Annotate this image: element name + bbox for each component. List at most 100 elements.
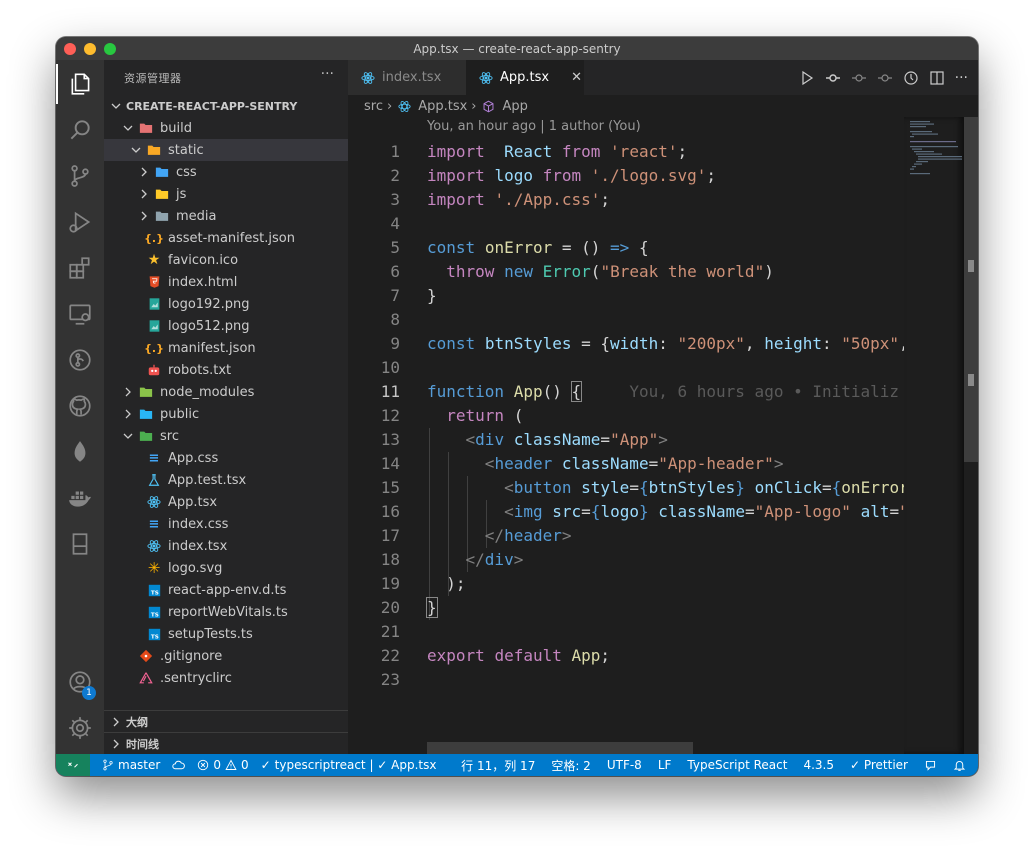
breadcrumb-folder[interactable]: src xyxy=(364,99,383,114)
encoding[interactable]: UTF-8 xyxy=(607,758,642,772)
tree-file-robots-txt[interactable]: robots.txt xyxy=(104,359,348,381)
tree-folder-public[interactable]: public xyxy=(104,403,348,425)
code-token: header xyxy=(504,526,562,545)
line-content: const onError = () => { xyxy=(427,236,649,260)
remote-indicator[interactable] xyxy=(56,754,90,776)
tree-file-index-css[interactable]: ≡ index.css xyxy=(104,513,348,535)
tree-file-favicon-ico[interactable]: ★ favicon.ico xyxy=(104,249,348,271)
cursor-position[interactable]: 行 11，列 17 xyxy=(461,757,535,774)
tree-file-app-test-tsx[interactable]: App.test.tsx xyxy=(104,469,348,491)
tree-file-setuptests-ts[interactable]: TS setupTests.ts xyxy=(104,623,348,645)
tree-item-label: .sentryclirc xyxy=(160,670,232,686)
code-token: div xyxy=(484,550,514,569)
minimap[interactable] xyxy=(904,117,964,754)
problems-status[interactable]: 0 0 xyxy=(197,758,249,772)
code-token: > xyxy=(561,526,572,545)
tree-file-app-css[interactable]: ≡ App.css xyxy=(104,447,348,469)
vertical-scrollbar[interactable] xyxy=(964,117,978,754)
timeline-icon[interactable] xyxy=(903,70,919,86)
panel-1[interactable]: 时间线 xyxy=(104,732,348,754)
previous-change-icon[interactable] xyxy=(851,70,867,86)
code-editor[interactable]: 1 import React from 'react'; 2 import logo … xyxy=(348,140,904,730)
git-compare-icon[interactable] xyxy=(825,70,841,86)
code-line: 21 xyxy=(348,620,904,644)
code-token: className xyxy=(561,454,649,473)
branch-status[interactable]: master xyxy=(102,758,160,772)
react-icon xyxy=(146,494,162,510)
tree-file-manifest-json[interactable]: {.} manifest.json xyxy=(104,337,348,359)
tab-index-tsx[interactable]: index.tsx xyxy=(348,60,466,95)
tree-file-logo512-png[interactable]: logo512.png xyxy=(104,315,348,337)
run-debug-icon[interactable] xyxy=(56,202,104,242)
json-icon: {.} xyxy=(144,231,164,245)
tree-file-logo-svg[interactable]: ✳ logo.svg xyxy=(104,557,348,579)
remote-explorer-icon[interactable] xyxy=(56,294,104,334)
sync-status[interactable] xyxy=(172,759,186,772)
typescript-status[interactable]: ✓ typescriptreact | ✓ App.tsx xyxy=(261,758,437,772)
tree-file-app-tsx[interactable]: App.tsx xyxy=(104,491,348,513)
prettier-status[interactable]: ✓ Prettier xyxy=(850,758,908,772)
tree-folder-node-modules[interactable]: node_modules xyxy=(104,381,348,403)
code-token: "50px" xyxy=(841,334,900,353)
zoom-window-button[interactable] xyxy=(104,43,116,55)
code-token: < xyxy=(484,454,495,473)
project-header[interactable]: CREATE-REACT-APP-SENTRY xyxy=(104,95,348,117)
notifications-bell-icon[interactable] xyxy=(953,759,966,772)
more-actions-icon[interactable]: ··· xyxy=(955,70,968,86)
language-mode[interactable]: TypeScript React xyxy=(687,758,787,772)
breadcrumb-file[interactable]: App.tsx xyxy=(418,99,467,114)
blame-codelens[interactable]: You, an hour ago | 1 author (You) xyxy=(427,119,641,134)
tree-folder-js[interactable]: js xyxy=(104,183,348,205)
close-window-button[interactable] xyxy=(64,43,76,55)
tree-file-index-html[interactable]: index.html xyxy=(104,271,348,293)
tree-file-reportwebvitals-ts[interactable]: TS reportWebVitals.ts xyxy=(104,601,348,623)
extensions-icon[interactable] xyxy=(56,248,104,288)
code-line: 6 throw new Error("Break the world") xyxy=(348,260,904,284)
run-icon[interactable] xyxy=(799,70,815,86)
tree-folder-src[interactable]: src xyxy=(104,425,348,447)
next-change-icon[interactable] xyxy=(877,70,893,86)
typescript-version[interactable]: 4.3.5 xyxy=(803,758,834,772)
end-of-line[interactable]: LF xyxy=(658,758,672,772)
explorer-icon[interactable] xyxy=(56,64,104,104)
folder-static-icon xyxy=(146,142,162,158)
tab-app-tsx[interactable]: App.tsx ✕ xyxy=(466,60,584,95)
tree-file-index-tsx[interactable]: index.tsx xyxy=(104,535,348,557)
panel-0[interactable]: 大纲 xyxy=(104,710,348,732)
source-control-icon[interactable] xyxy=(56,156,104,196)
github-icon[interactable] xyxy=(56,386,104,426)
tree-folder-build[interactable]: build xyxy=(104,117,348,139)
line-content: } xyxy=(426,596,438,620)
tree-file-logo192-png[interactable]: logo192.png xyxy=(104,293,348,315)
tree-item-label: node_modules xyxy=(160,384,255,400)
indentation[interactable]: 空格: 2 xyxy=(551,757,591,774)
tree-file-asset-manifest-json[interactable]: {.} asset-manifest.json xyxy=(104,227,348,249)
css-icon: ≡ xyxy=(148,450,160,466)
scrollbar-thumb[interactable] xyxy=(964,117,978,462)
explorer-more-button[interactable]: ··· xyxy=(321,66,334,82)
search-icon[interactable] xyxy=(56,110,104,150)
tree-folder-css[interactable]: css xyxy=(104,161,348,183)
breadcrumb-symbol[interactable]: App xyxy=(502,99,527,114)
account-icon[interactable]: 1 xyxy=(56,662,104,702)
minimize-window-button[interactable] xyxy=(84,43,96,55)
tree-folder-media[interactable]: media xyxy=(104,205,348,227)
sidebar-panel-icon[interactable] xyxy=(56,524,104,564)
gitlens-icon[interactable] xyxy=(56,340,104,380)
docker-icon[interactable] xyxy=(56,478,104,518)
feedback-icon[interactable] xyxy=(924,759,937,772)
tree-file--sentryclirc[interactable]: .sentryclirc xyxy=(104,667,348,689)
settings-gear-icon[interactable] xyxy=(56,708,104,748)
tree-file--gitignore[interactable]: .gitignore xyxy=(104,645,348,667)
tree-folder-static[interactable]: static xyxy=(104,139,348,161)
tree-file-react-app-env-d-ts[interactable]: TS react-app-env.d.ts xyxy=(104,579,348,601)
code-line: 16 <img src={logo} className="App-logo" … xyxy=(348,500,904,524)
split-editor-icon[interactable] xyxy=(929,70,945,86)
mongodb-icon[interactable] xyxy=(56,432,104,472)
close-tab-icon[interactable]: ✕ xyxy=(571,70,582,85)
horizontal-scrollbar[interactable] xyxy=(427,742,693,754)
